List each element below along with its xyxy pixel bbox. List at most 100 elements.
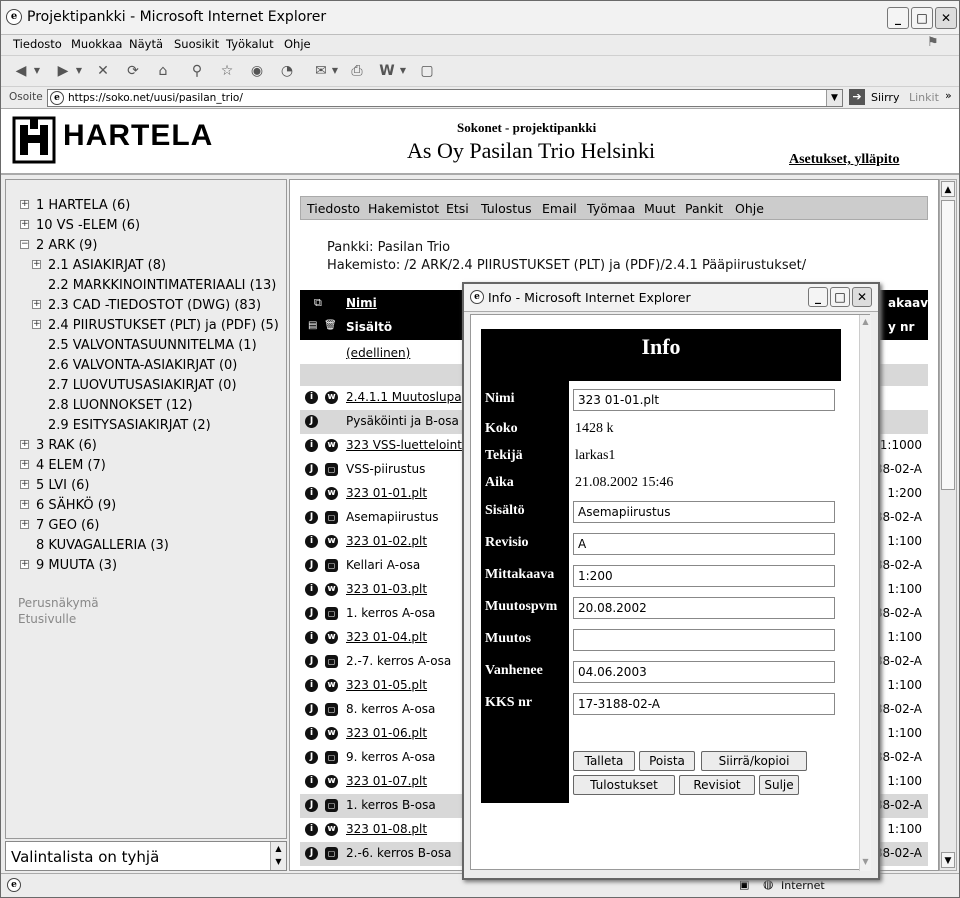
file-link[interactable]: 323 01-08.plt bbox=[346, 822, 427, 836]
site-menu-item[interactable]: Etsi bbox=[446, 201, 469, 216]
info-icon[interactable]: i bbox=[305, 439, 318, 452]
minimize-button[interactable]: _ bbox=[887, 7, 909, 29]
info-icon[interactable]: i bbox=[305, 535, 318, 548]
trash-icon[interactable]: w bbox=[325, 583, 338, 596]
mail-dropdown-icon[interactable]: ▼ bbox=[329, 61, 341, 81]
popup-scrollbar[interactable]: ▲ ▼ bbox=[859, 315, 871, 871]
site-menu-item[interactable]: Työmaa bbox=[587, 201, 635, 216]
field-kks-input[interactable]: 17-3188-02-A bbox=[573, 693, 835, 715]
tree-toggle-icon[interactable]: + bbox=[20, 220, 29, 229]
word-icon[interactable]: W bbox=[377, 61, 397, 81]
file-link[interactable]: 323 01-03.plt bbox=[346, 582, 427, 596]
trash-icon[interactable]: w bbox=[325, 631, 338, 644]
home-page-link[interactable]: Etusivulle bbox=[18, 612, 76, 626]
tree-item[interactable]: 10 VS -ELEM (6) bbox=[36, 218, 140, 233]
forward-dropdown-icon[interactable]: ▼ bbox=[73, 61, 85, 81]
document-icon[interactable]: ▢ bbox=[325, 703, 338, 716]
info-icon[interactable]: i bbox=[305, 391, 318, 404]
info-icon[interactable]: i bbox=[305, 583, 318, 596]
move-copy-button[interactable]: Siirrä/kopioi bbox=[701, 751, 807, 771]
info-icon[interactable]: i bbox=[305, 823, 318, 836]
tree-item[interactable]: 2.3 CAD -TIEDOSTOT (DWG) (83) bbox=[48, 298, 261, 313]
field-nimi-input[interactable]: 323 01-01.plt bbox=[573, 389, 835, 411]
forward-icon[interactable]: ▶ bbox=[53, 61, 73, 81]
site-menu-item[interactable]: Ohje bbox=[735, 201, 764, 216]
tree-toggle-icon[interactable]: + bbox=[20, 520, 29, 529]
file-link[interactable]: 323 01-02.plt bbox=[346, 534, 427, 548]
basic-view-link[interactable]: Perusnäkymä bbox=[18, 596, 99, 610]
document-icon[interactable]: ▢ bbox=[325, 799, 338, 812]
tree-toggle-icon[interactable]: − bbox=[20, 240, 29, 249]
jpeg-icon[interactable]: J bbox=[305, 751, 318, 764]
field-muutos-input[interactable] bbox=[573, 629, 835, 651]
site-menu-item[interactable]: Pankit bbox=[685, 201, 723, 216]
site-menu-item[interactable]: Tiedosto bbox=[307, 201, 360, 216]
tree-item[interactable]: 1 HARTELA (6) bbox=[36, 198, 130, 213]
back-dropdown-icon[interactable]: ▼ bbox=[31, 61, 43, 81]
address-input[interactable]: e https://soko.net/uusi/pasilan_trio/ ▼ bbox=[47, 89, 843, 107]
tree-item[interactable]: 5 LVI (6) bbox=[36, 478, 90, 493]
menu-ohje[interactable]: Ohje bbox=[284, 37, 311, 51]
menu-tyokalut[interactable]: Työkalut bbox=[226, 37, 274, 51]
tree-item[interactable]: 2.6 VALVONTA-ASIAKIRJAT (0) bbox=[48, 358, 237, 373]
trash-icon[interactable]: w bbox=[325, 439, 338, 452]
tree-toggle-icon[interactable]: + bbox=[20, 480, 29, 489]
previous-link[interactable]: (edellinen) bbox=[346, 346, 410, 360]
info-icon[interactable]: i bbox=[305, 487, 318, 500]
tree-item[interactable]: 7 GEO (6) bbox=[36, 518, 99, 533]
tree-item[interactable]: 9 MUUTA (3) bbox=[36, 558, 117, 573]
tree-toggle-icon[interactable]: + bbox=[32, 260, 41, 269]
tree-item[interactable]: 8 KUVAGALLERIA (3) bbox=[36, 538, 169, 553]
field-mittakaava-input[interactable]: 1:200 bbox=[573, 565, 835, 587]
menu-nayta[interactable]: Näytä bbox=[129, 37, 163, 51]
info-icon[interactable]: i bbox=[305, 727, 318, 740]
trash-icon[interactable]: w bbox=[325, 487, 338, 500]
file-link[interactable]: 323 01-07.plt bbox=[346, 774, 427, 788]
jpeg-icon[interactable]: J bbox=[305, 463, 318, 476]
media-icon[interactable]: ◉ bbox=[247, 61, 267, 81]
tree-toggle-icon[interactable]: + bbox=[20, 440, 29, 449]
go-arrow-icon[interactable]: ➔ bbox=[849, 89, 865, 105]
tree-item[interactable]: 2.9 ESITYSASIAKIRJAT (2) bbox=[48, 418, 211, 433]
tree-item[interactable]: 2.5 VALVONTASUUNNITELMA (1) bbox=[48, 338, 257, 353]
popup-maximize-button[interactable]: □ bbox=[830, 287, 850, 307]
jpeg-icon[interactable]: J bbox=[305, 511, 318, 524]
popup-minimize-button[interactable]: _ bbox=[808, 287, 828, 307]
document-icon[interactable]: ▢ bbox=[325, 559, 338, 572]
close-button[interactable]: ✕ bbox=[935, 7, 957, 29]
jpeg-icon[interactable]: J bbox=[305, 847, 318, 860]
page-scrollbar[interactable]: ▲ ▼ bbox=[939, 179, 957, 871]
jpeg-icon[interactable]: J bbox=[305, 415, 318, 428]
document-icon[interactable]: ▢ bbox=[325, 751, 338, 764]
field-vanhenee-input[interactable]: 04.06.2003 bbox=[573, 661, 835, 683]
trash-icon[interactable]: w bbox=[325, 727, 338, 740]
document-icon[interactable]: ▢ bbox=[325, 463, 338, 476]
trash-icon[interactable]: w bbox=[325, 823, 338, 836]
info-icon[interactable]: i bbox=[305, 679, 318, 692]
jpeg-icon[interactable]: J bbox=[305, 799, 318, 812]
tree-toggle-icon[interactable]: + bbox=[20, 560, 29, 569]
file-link[interactable]: 323 01-06.plt bbox=[346, 726, 427, 740]
field-revisio-input[interactable]: A bbox=[573, 533, 835, 555]
refresh-icon[interactable]: ⟳ bbox=[123, 61, 143, 81]
scroll-down-icon[interactable]: ▼ bbox=[941, 852, 955, 868]
trash-icon[interactable]: w bbox=[325, 535, 338, 548]
stop-icon[interactable]: ✕ bbox=[93, 61, 113, 81]
scroll-thumb[interactable] bbox=[941, 200, 955, 490]
jpeg-icon[interactable]: J bbox=[305, 703, 318, 716]
field-muutospvm-input[interactable]: 20.08.2002 bbox=[573, 597, 835, 619]
site-menu-item[interactable]: Hakemistot bbox=[368, 201, 439, 216]
save-button[interactable]: Talleta bbox=[573, 751, 635, 771]
tree-toggle-icon[interactable]: + bbox=[20, 460, 29, 469]
tree-item[interactable]: 4 ELEM (7) bbox=[36, 458, 106, 473]
trash-icon[interactable]: w bbox=[325, 775, 338, 788]
jpeg-icon[interactable]: J bbox=[305, 655, 318, 668]
menu-tiedosto[interactable]: Tiedosto bbox=[13, 37, 62, 51]
selection-scroll[interactable]: ▲ ▼ bbox=[270, 842, 286, 870]
home-icon[interactable]: ⌂ bbox=[153, 61, 173, 81]
popup-scroll-up-icon[interactable]: ▲ bbox=[860, 315, 871, 329]
scroll-up-icon[interactable]: ▲ bbox=[941, 181, 955, 197]
sort-by-name-link[interactable]: Nimi bbox=[346, 296, 377, 310]
mail-icon[interactable]: ✉ bbox=[311, 61, 331, 81]
info-icon[interactable]: i bbox=[305, 775, 318, 788]
